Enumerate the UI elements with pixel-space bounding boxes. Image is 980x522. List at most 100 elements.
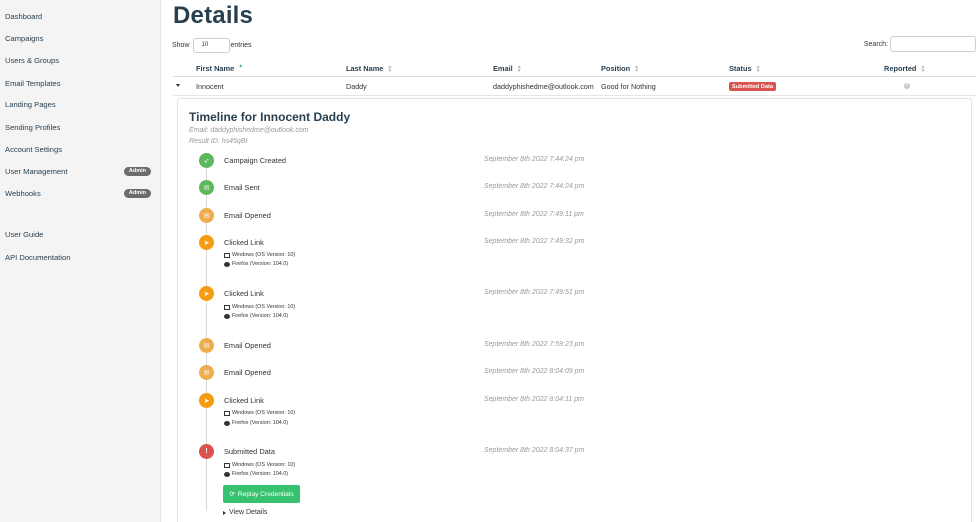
sidebar-item-label: Campaigns [5, 33, 44, 43]
os-text: Windows (OS Version: 10) [232, 410, 296, 416]
browser-text: Firefox (Version: 104.0) [232, 420, 289, 426]
laptop-icon [224, 252, 230, 258]
event-label: Email Sent [224, 183, 260, 192]
os-text: Windows (OS Version: 10) [232, 462, 296, 468]
sidebar-item-label: User Guide [5, 229, 44, 239]
header-label: First Name [196, 64, 235, 73]
event-label: Clicked Link [224, 289, 264, 298]
sidebar-item-label: Dashboard [5, 11, 43, 21]
event-os: Windows (OS Version: 10) [224, 304, 295, 310]
sidebar-item-api-documentation[interactable]: API Documentation [5, 250, 155, 264]
rocket-icon: ➶ [199, 153, 214, 168]
admin-badge: Admin [123, 166, 151, 176]
event-os: Windows (OS Version: 10) [224, 252, 295, 258]
header-divider [173, 76, 976, 77]
sidebar-item-account-settings[interactable]: Account Settings [5, 142, 155, 156]
expand-row-icon[interactable] [176, 84, 180, 87]
caret-right-icon [223, 510, 226, 515]
column-header-email[interactable]: Email ▲ ▼ [493, 64, 522, 73]
event-os: Windows (OS Version: 10) [224, 410, 295, 416]
sidebar-item-webhooks[interactable]: Webhooks Admin [5, 186, 155, 200]
cell-last-name: Daddy [346, 82, 367, 91]
page-title: Details [173, 2, 254, 29]
search-input[interactable] [890, 36, 976, 52]
sidebar-item-label: Landing Pages [5, 99, 56, 109]
header-label: Last Name [346, 64, 384, 73]
event-time: September 8th 2022 7:49:51 pm [484, 289, 585, 296]
column-header-position[interactable]: Position ▲ ▼ [601, 64, 639, 73]
pointer-icon: ➤ [199, 235, 214, 250]
timeline-title: Timeline for Innocent Daddy [189, 110, 351, 124]
laptop-icon [224, 304, 230, 310]
sidebar-item-users-groups[interactable]: Users & Groups [5, 53, 155, 67]
sidebar-item-dashboard[interactable]: Dashboard [5, 9, 155, 23]
sidebar-item-sending-profiles[interactable]: Sending Profiles [5, 120, 155, 134]
sidebar-item-landing-pages[interactable]: Landing Pages [5, 97, 155, 111]
sidebar-item-label: Account Settings [5, 144, 62, 154]
event-label: Email Opened [224, 341, 271, 350]
event-browser: Firefox (Version: 104.0) [224, 420, 288, 426]
sidebar-item-label: Sending Profiles [5, 122, 61, 132]
sidebar: Dashboard Campaigns Users & Groups Email… [0, 0, 161, 522]
firefox-icon [224, 471, 230, 477]
event-label: Email Opened [224, 368, 271, 377]
event-label: Clicked Link [224, 396, 264, 405]
status-badge: Submitted Data [729, 82, 777, 91]
laptop-icon [224, 462, 230, 468]
browser-text: Firefox (Version: 104.0) [232, 471, 289, 477]
envelope-icon: ✉ [199, 180, 214, 195]
not-reported-icon: × [904, 83, 910, 89]
replay-credentials-button[interactable]: ⟳ Replay Credentials [223, 485, 300, 503]
toggle-label: View Details [229, 509, 268, 516]
event-time: September 8th 2022 7:49:11 pm [484, 211, 584, 218]
admin-badge: Admin [123, 188, 151, 198]
event-label: Campaign Created [224, 156, 287, 165]
sidebar-item-campaigns[interactable]: Campaigns [5, 31, 155, 45]
firefox-icon [224, 313, 230, 319]
entries-select[interactable]: 10 [192, 38, 230, 53]
event-label: Clicked Link [224, 238, 264, 247]
main-content: Details Show 10 entries Search: First Na… [161, 0, 980, 522]
firefox-icon [224, 420, 230, 426]
envelope-open-icon: ✉ [199, 208, 214, 223]
event-browser: Firefox (Version: 104.0) [224, 313, 288, 319]
sidebar-item-label: API Documentation [5, 252, 71, 262]
refresh-icon: ⟳ [229, 491, 235, 498]
entries-label: entries [230, 42, 252, 49]
sidebar-item-email-templates[interactable]: Email Templates [5, 76, 155, 90]
pointer-icon: ➤ [199, 286, 214, 301]
sidebar-item-user-guide[interactable]: User Guide [5, 227, 155, 241]
browser-text: Firefox (Version: 104.0) [232, 313, 289, 319]
event-time: September 8th 2022 8:04:09 pm [484, 368, 585, 375]
column-header-reported[interactable]: Reported ▲ ▼ [884, 64, 925, 73]
button-label: Replay Credentials [237, 490, 294, 498]
timeline-panel: Timeline for Innocent Daddy Email: daddy… [177, 98, 972, 522]
view-details-toggle[interactable]: View Details [223, 509, 267, 516]
sort-icon: ▲ ▼ [634, 63, 640, 74]
sidebar-item-label: Users & Groups [5, 55, 60, 65]
column-header-last-name[interactable]: Last Name ▲ ▼ [346, 64, 392, 73]
sidebar-item-user-management[interactable]: User Management Admin [5, 164, 155, 178]
column-header-first-name[interactable]: First Name ▲ [196, 63, 243, 73]
sort-icon: ▲ ▼ [755, 63, 761, 74]
event-browser: Firefox (Version: 104.0) [224, 471, 288, 477]
event-label: Submitted Data [224, 447, 275, 456]
os-text: Windows (OS Version: 10) [232, 252, 296, 258]
row-divider [173, 95, 976, 96]
envelope-open-icon: ✉ [199, 365, 214, 380]
firefox-icon [224, 261, 230, 267]
envelope-open-icon: ✉ [199, 338, 214, 353]
sort-icon: ▲ ▼ [920, 63, 926, 74]
cell-email: daddyphishedme@outlook.com [493, 82, 594, 91]
header-label: Position [601, 64, 631, 73]
os-text: Windows (OS Version: 10) [232, 304, 296, 310]
event-time: September 8th 2022 7:44:24 pm [484, 156, 585, 163]
exclamation-icon: ! [199, 444, 214, 459]
laptop-icon [224, 410, 230, 416]
pointer-icon: ➤ [199, 393, 214, 408]
event-os: Windows (OS Version: 10) [224, 462, 295, 468]
event-time: September 8th 2022 7:49:32 pm [484, 238, 585, 245]
header-label: Reported [884, 64, 917, 73]
header-label: Status [729, 64, 752, 73]
column-header-status[interactable]: Status ▲ ▼ [729, 64, 761, 73]
